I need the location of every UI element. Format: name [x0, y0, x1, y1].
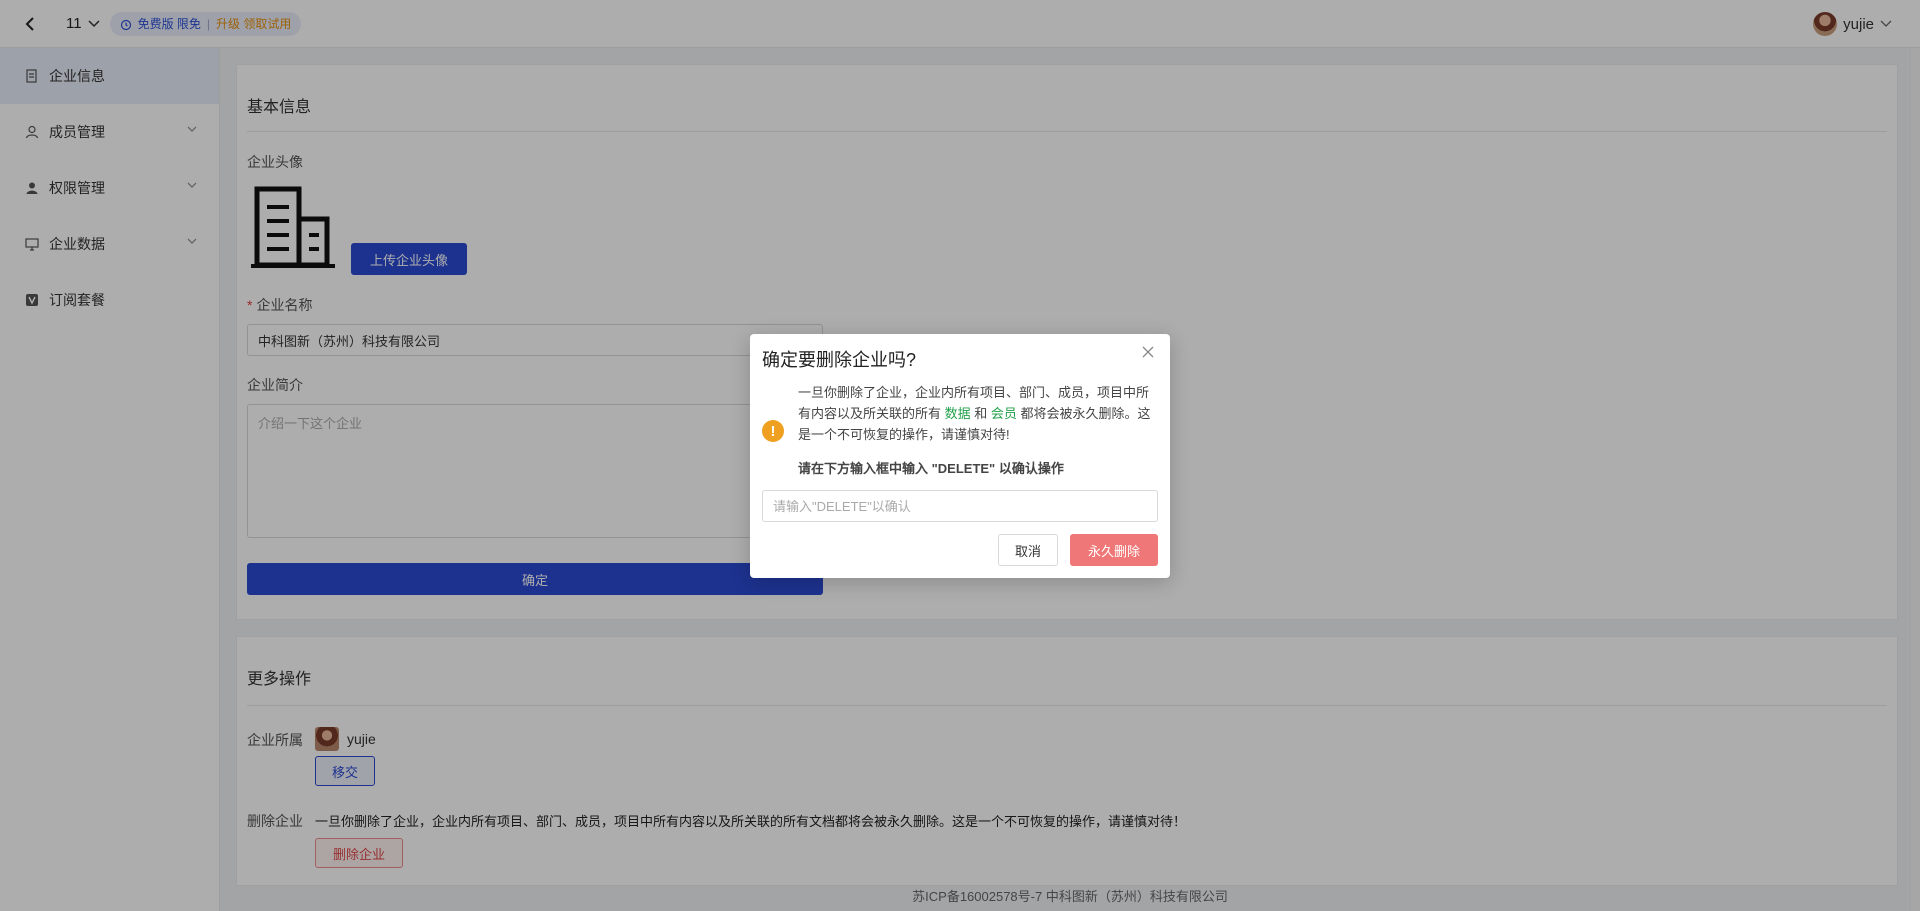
permanent-delete-button[interactable]: 永久删除 [1070, 534, 1158, 566]
dialog-title: 确定要删除企业吗? [762, 350, 917, 370]
delete-confirm-input[interactable] [762, 490, 1158, 522]
cancel-button[interactable]: 取消 [998, 534, 1058, 566]
dialog-hint: 请在下方输入框中输入 "DELETE" 以确认操作 [798, 461, 1064, 476]
message-text: 和 [970, 406, 991, 421]
highlight-members: 会员 [990, 406, 1017, 421]
close-icon[interactable] [1140, 344, 1156, 360]
dialog-message: 一旦你删除了企业，企业内所有项目、部门、成员，项目中所有内容以及所关联的所有 数… [798, 382, 1158, 445]
delete-confirm-dialog: 确定要删除企业吗? ! 一旦你删除了企业，企业内所有项目、部门、成员，项目中所有… [750, 334, 1170, 578]
highlight-data: 数据 [944, 406, 971, 421]
warning-icon: ! [762, 420, 784, 442]
